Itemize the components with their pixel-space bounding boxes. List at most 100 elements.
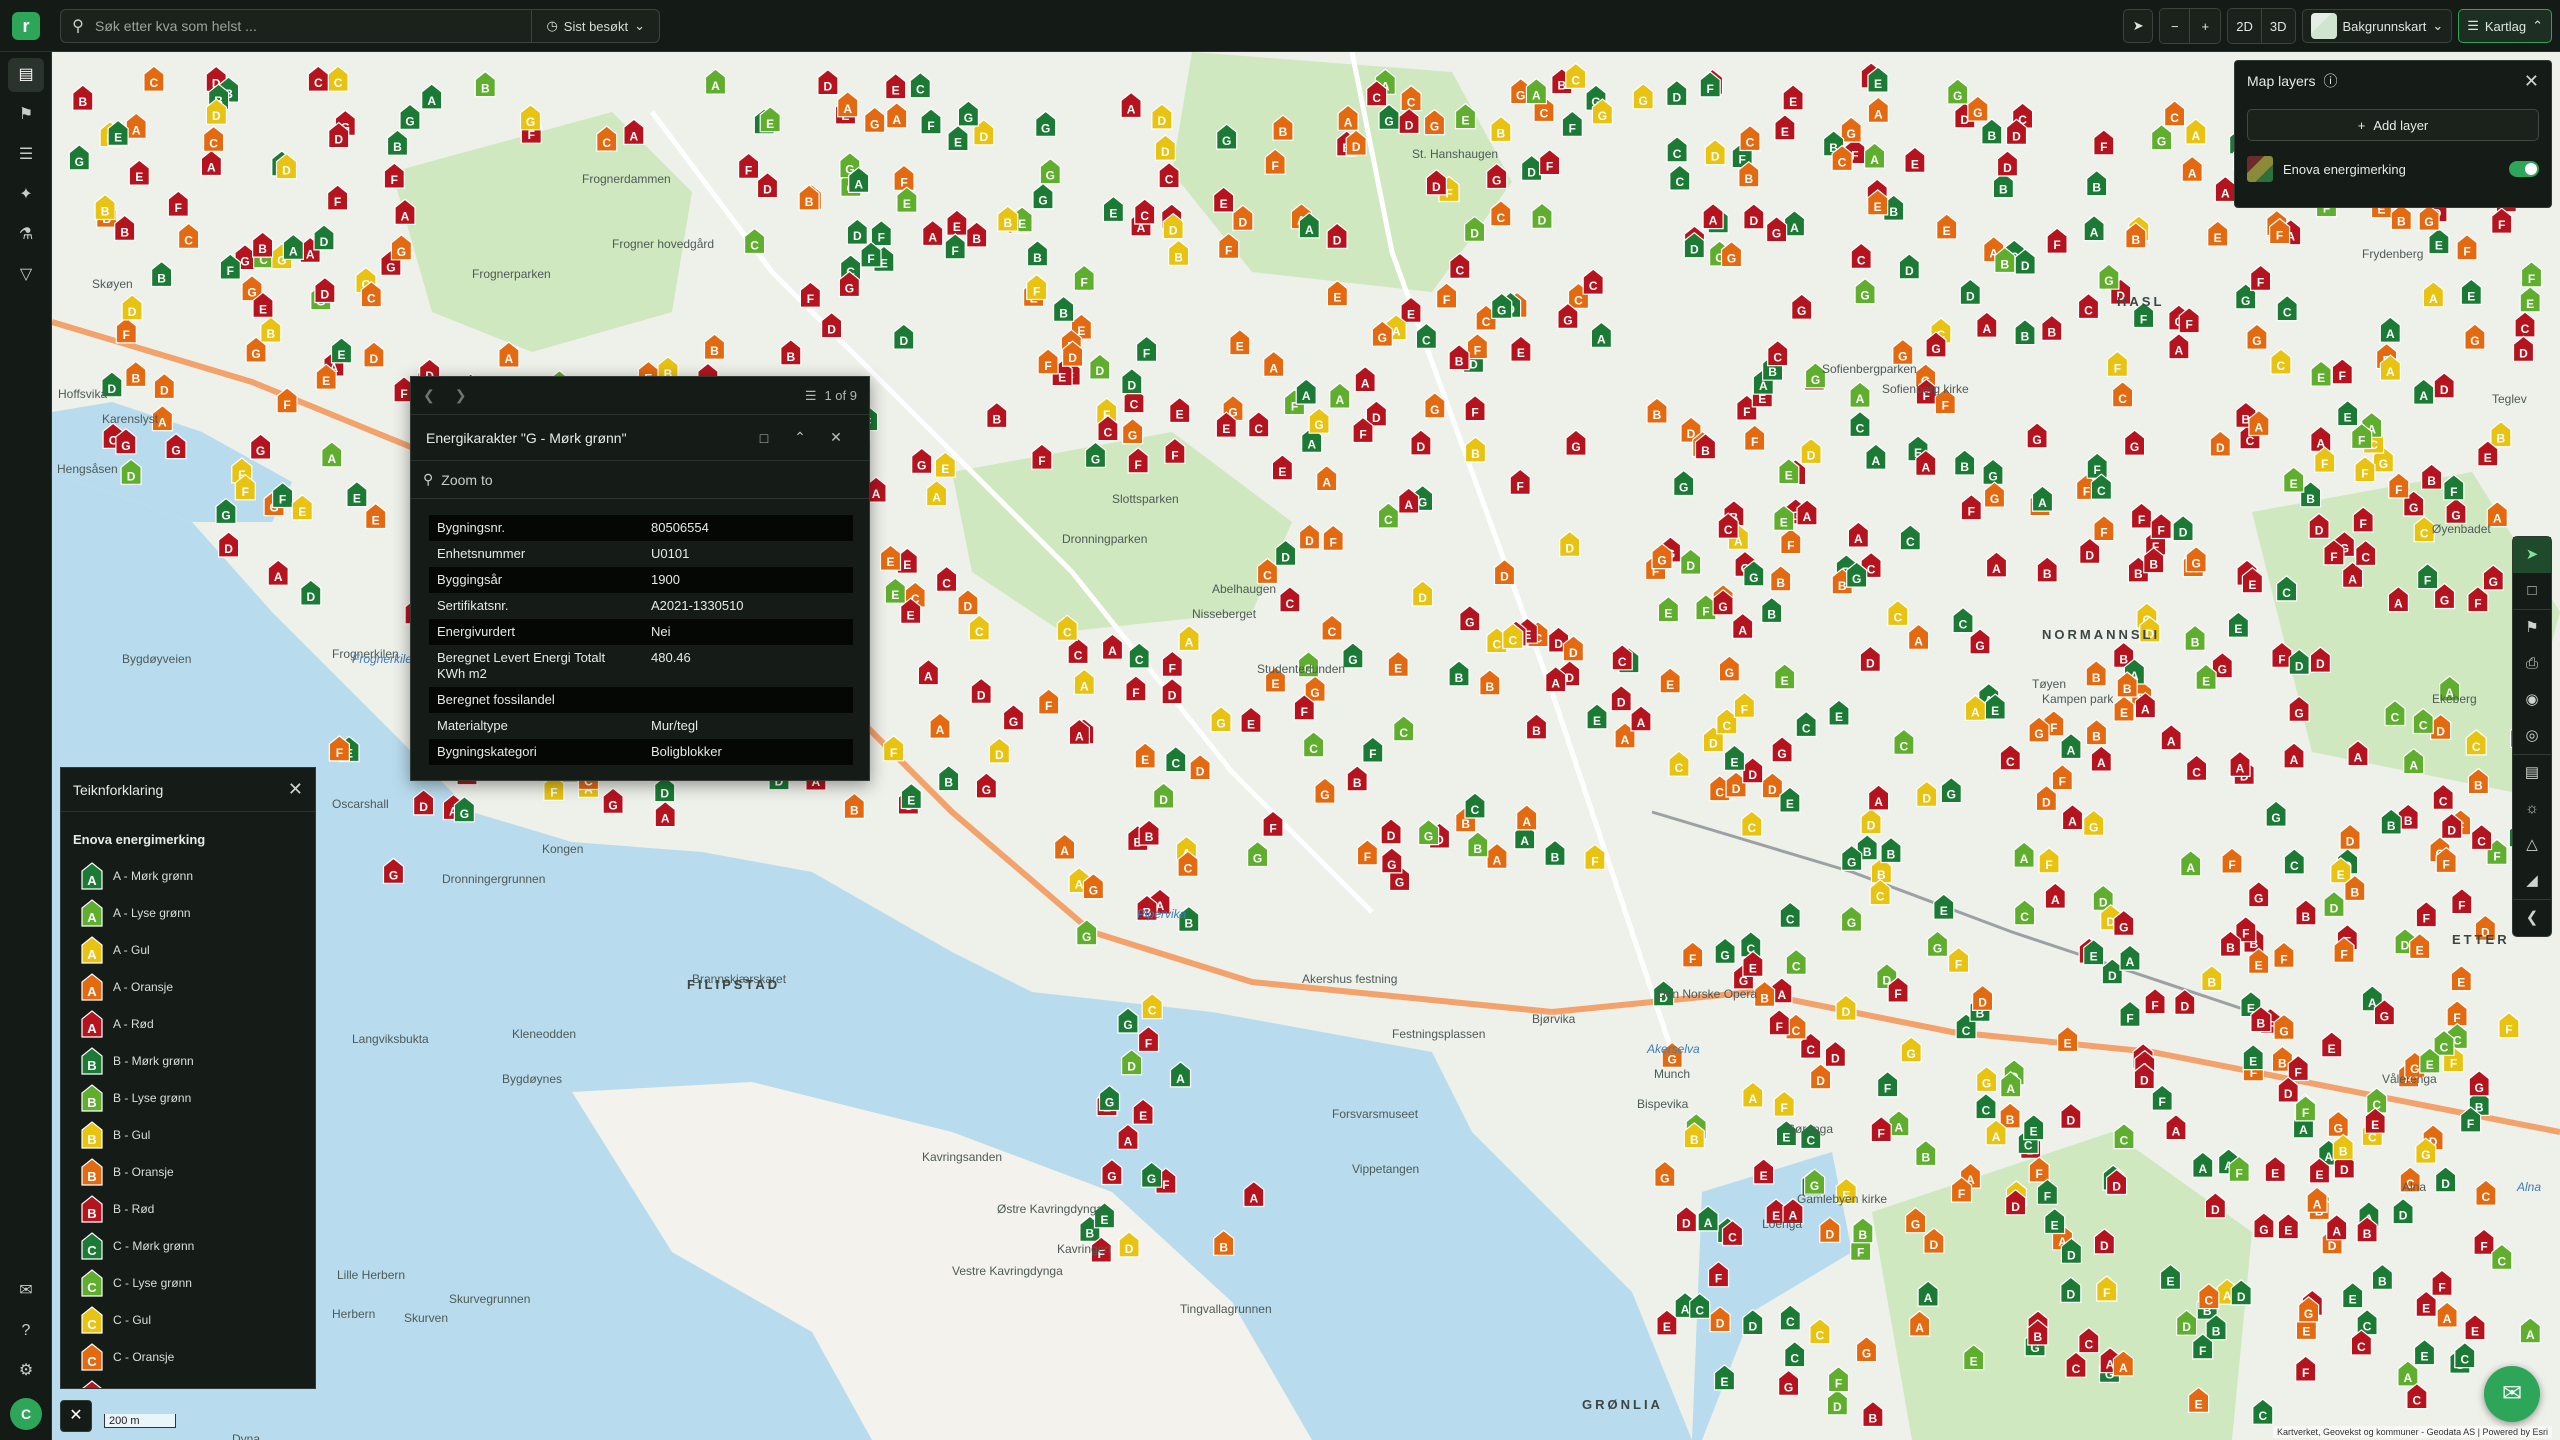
energy-marker[interactable]: C [2270,348,2292,375]
energy-marker[interactable]: F [2415,900,2437,928]
zoom-out-button[interactable]: − [2160,9,2191,43]
energy-marker[interactable]: B [2184,624,2206,652]
energy-marker[interactable]: E [1229,328,1251,356]
energy-marker[interactable]: B [252,231,274,258]
energy-marker[interactable]: B [2390,203,2412,231]
bookmark-icon[interactable]: ⚑ [2513,610,2551,646]
energy-marker[interactable]: B [997,205,1019,232]
energy-marker[interactable]: G [1983,481,2006,508]
tag-icon[interactable]: ⚑ [8,98,44,132]
energy-marker[interactable]: G [2185,545,2207,573]
energy-marker[interactable]: C [2475,1179,2497,1206]
energy-marker[interactable]: E [1936,213,1958,240]
energy-marker[interactable]: E [1169,396,1191,424]
collapse-tools-icon[interactable]: ❮ [2513,900,2551,936]
energy-marker[interactable]: G [1381,847,1403,874]
energy-marker[interactable]: A [1888,1109,1910,1137]
energy-marker[interactable]: D [1898,253,1920,280]
energy-marker[interactable]: F [2446,1000,2468,1027]
energy-marker[interactable]: F [1262,810,1284,837]
energy-marker[interactable]: B [1525,713,1548,740]
energy-marker[interactable]: B [1954,449,1976,476]
energy-marker[interactable]: G [1246,840,1269,868]
energy-marker[interactable]: A [2519,1317,2541,1344]
energy-marker[interactable]: A [1732,612,1754,640]
energy-marker[interactable]: B [2036,556,2058,583]
energy-marker[interactable]: C [1165,745,1187,773]
energy-marker[interactable]: C [1582,268,1604,295]
energy-marker[interactable]: B [1999,1102,2021,1129]
layers-button[interactable]: ☰ Kartlag ⌃ [2458,9,2552,43]
energy-marker[interactable]: F [2451,887,2473,915]
energy-marker[interactable]: B [1464,436,1487,463]
energy-marker[interactable]: C [1321,614,1343,641]
energy-marker[interactable]: F [1733,691,1756,719]
energy-marker[interactable]: G [1940,776,1962,804]
measure-icon[interactable]: △ [2513,827,2551,863]
energy-marker[interactable]: E [1656,1309,1678,1336]
energy-marker[interactable]: F [1744,424,1766,451]
energy-marker[interactable]: G [2083,809,2105,836]
map-view-icon[interactable]: ▤ [8,58,44,92]
energy-marker[interactable]: A [2379,316,2401,343]
energy-marker[interactable]: B [986,401,1008,429]
energy-marker[interactable]: C [1952,606,1974,634]
energy-marker[interactable]: G [2124,429,2146,456]
energy-marker[interactable]: D [218,531,240,558]
energy-marker[interactable]: C [1899,524,1921,551]
energy-marker[interactable]: E [1271,454,1294,481]
energy-marker[interactable]: C [1887,599,1909,627]
energy-marker[interactable]: B [125,360,147,388]
energy-marker[interactable]: A [654,800,676,828]
energy-marker[interactable]: C [1741,810,1763,837]
energy-marker[interactable]: E [885,72,907,100]
energy-marker[interactable]: F [1464,394,1486,422]
chat-icon[interactable]: ✉ [8,1274,44,1308]
energy-marker[interactable]: A [1120,91,1142,119]
energy-marker[interactable]: B [780,339,802,366]
zoom-to-button[interactable]: ⚲ Zoom to [411,461,869,499]
energy-marker[interactable]: D [1959,278,1981,305]
energy-marker[interactable]: G [68,144,90,171]
energy-marker[interactable]: F [1435,282,1458,309]
energy-marker[interactable]: A [2083,214,2105,242]
energy-marker[interactable]: E [2277,1212,2299,1240]
energy-marker[interactable]: C [2276,294,2298,322]
energy-marker[interactable]: D [1410,429,1432,456]
energy-marker[interactable]: A [925,479,948,507]
energy-marker[interactable]: B [2371,1263,2393,1291]
energy-marker[interactable]: A [2310,425,2332,452]
energy-marker[interactable]: E [1510,335,1532,362]
add-layer-button[interactable]: + Add layer [2247,109,2539,141]
energy-marker[interactable]: F [1538,148,1561,176]
energy-marker[interactable]: C [1377,502,1400,529]
energy-marker[interactable]: E [2342,1281,2364,1309]
energy-marker[interactable]: C [1302,731,1325,758]
energy-marker[interactable]: D [1743,203,1765,230]
energy-marker[interactable]: B [1915,1139,1937,1167]
energy-marker[interactable]: B [1852,1217,1874,1244]
energy-marker[interactable]: E [2283,466,2305,493]
energy-marker[interactable]: A [2229,750,2251,778]
energy-marker[interactable]: E [2207,220,2229,247]
energy-marker[interactable]: D [1411,580,1434,607]
energy-marker[interactable]: D [2512,335,2535,362]
info-icon[interactable]: ⓘ [2323,71,2337,91]
energy-marker[interactable]: G [1565,429,1587,456]
graph-icon[interactable]: ✦ [8,178,44,212]
energy-marker[interactable]: B [1646,397,1668,424]
zoom-in-button[interactable]: + [2190,9,2221,43]
energy-marker[interactable]: C [177,222,200,249]
energy-marker[interactable]: F [115,317,137,344]
energy-marker[interactable]: D [1520,154,1543,182]
energy-marker[interactable]: C [935,565,958,593]
energy-marker[interactable]: D [957,588,979,616]
energy-marker[interactable]: E [2023,1113,2045,1141]
search-bar[interactable]: ⚲ ◷ Sist besøkt ⌄ [60,9,660,43]
energy-marker[interactable]: G [2327,1110,2349,1137]
energy-marker[interactable]: E [128,159,150,186]
energy-marker[interactable]: E [2450,964,2472,992]
energy-marker[interactable]: A [498,341,520,368]
energy-marker[interactable]: E [291,494,313,521]
energy-marker[interactable]: E [1134,742,1156,769]
